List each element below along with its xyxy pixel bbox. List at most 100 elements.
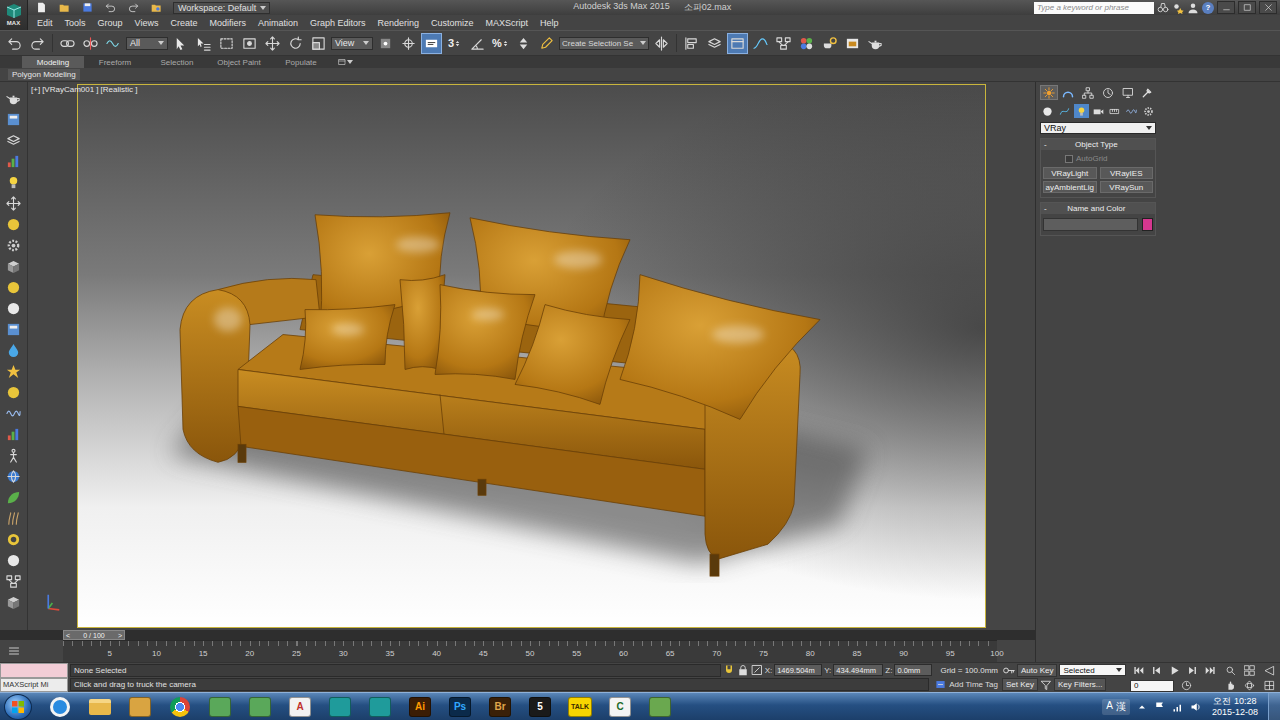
set-key-button[interactable]: Set Key <box>1002 678 1038 691</box>
link-button[interactable] <box>57 33 78 54</box>
side-tool-button[interactable] <box>4 111 24 128</box>
quick-access-button[interactable] <box>77 0 97 16</box>
side-tool-button[interactable] <box>4 90 24 107</box>
ribbon-tab[interactable]: Object Paint <box>208 56 270 68</box>
side-tool-button[interactable] <box>4 531 24 548</box>
minimize-button[interactable] <box>1217 1 1235 14</box>
side-tool-button[interactable] <box>4 594 24 611</box>
taskbar-app[interactable]: Br <box>480 694 520 720</box>
material-button[interactable] <box>796 33 817 54</box>
taskbar-app[interactable] <box>640 694 680 720</box>
mirror-button[interactable] <box>651 33 672 54</box>
taskbar-app[interactable] <box>200 694 240 720</box>
taskbar-app[interactable] <box>120 694 160 720</box>
region-button[interactable] <box>216 33 237 54</box>
object-type-button[interactable]: VRayLight <box>1043 167 1097 179</box>
command-panel-tab[interactable] <box>1040 85 1058 100</box>
category-button[interactable] <box>1141 104 1156 118</box>
side-tool-button[interactable] <box>4 384 24 401</box>
side-tool-button[interactable] <box>4 258 24 275</box>
select-name-button[interactable] <box>193 33 214 54</box>
command-panel-tab[interactable] <box>1119 85 1137 100</box>
taskbar-app[interactable]: Ps <box>440 694 480 720</box>
taskbar-app[interactable]: Ai <box>400 694 440 720</box>
keyboard-button[interactable] <box>421 33 442 54</box>
frame-window-button[interactable] <box>842 33 863 54</box>
category-button[interactable] <box>1124 104 1139 118</box>
rotate-button[interactable] <box>285 33 306 54</box>
side-tool-button[interactable] <box>4 426 24 443</box>
command-panel-tab[interactable] <box>1079 85 1097 100</box>
auto-key-button[interactable]: Auto Key <box>1017 664 1057 677</box>
workspace-dropdown[interactable]: Workspace: Default <box>173 2 270 14</box>
side-tool-button[interactable] <box>4 153 24 170</box>
named-selection-field[interactable]: Create Selection Se <box>559 37 649 50</box>
redo-button[interactable] <box>27 33 48 54</box>
clock[interactable]: 오전 10:282015-12-08 <box>1208 696 1262 718</box>
taskbar-app[interactable]: A <box>280 694 320 720</box>
x-field[interactable]: 1469.504m <box>774 664 822 676</box>
ribbon-tab[interactable]: Populate <box>270 56 332 68</box>
category-button[interactable] <box>1057 104 1072 118</box>
quick-access-button[interactable] <box>54 0 74 16</box>
menu-item[interactable]: Tools <box>59 18 92 28</box>
side-tool-button[interactable] <box>4 279 24 296</box>
side-tool-button[interactable] <box>4 573 24 590</box>
taskbar-app[interactable] <box>240 694 280 720</box>
move-button[interactable] <box>262 33 283 54</box>
category-dropdown[interactable]: VRay <box>1040 122 1156 134</box>
search-field[interactable]: Type a keyword or phrase <box>1034 2 1154 14</box>
side-tool-button[interactable] <box>4 447 24 464</box>
undo-button[interactable] <box>4 33 25 54</box>
quick-access-button[interactable] <box>123 0 143 16</box>
side-tool-button[interactable] <box>4 405 24 422</box>
object-color-swatch[interactable] <box>1142 218 1153 231</box>
y-field[interactable]: 434.494mm <box>833 664 883 676</box>
ribbon-options[interactable] <box>332 56 359 68</box>
help-button[interactable]: ? <box>1202 2 1214 14</box>
menu-item[interactable]: Views <box>129 18 165 28</box>
ribbon-tab[interactable]: Modeling <box>22 56 84 68</box>
zoom-all-button[interactable] <box>1241 662 1258 679</box>
command-panel-tab[interactable] <box>1099 85 1117 100</box>
angle-snap-button[interactable] <box>467 33 488 54</box>
taskbar-app[interactable] <box>80 694 120 720</box>
application-button[interactable]: MAX <box>0 0 28 30</box>
rollout-header[interactable]: -Object Type <box>1041 139 1155 150</box>
unlink-button[interactable] <box>80 33 101 54</box>
menu-item[interactable]: Rendering <box>372 18 426 28</box>
autogrid-checkbox[interactable]: AutoGrid <box>1041 154 1155 163</box>
percent-snap-button[interactable]: % <box>490 33 511 54</box>
menu-item[interactable]: Animation <box>252 18 304 28</box>
object-type-button[interactable]: ayAmbientLig <box>1043 181 1097 193</box>
select-button[interactable] <box>170 33 191 54</box>
align-button[interactable] <box>681 33 702 54</box>
render-button[interactable] <box>865 33 886 54</box>
taskbar-app[interactable]: 5 <box>520 694 560 720</box>
show-desktop-button[interactable] <box>1268 693 1280 720</box>
named-sel-button[interactable] <box>536 33 557 54</box>
side-tool-button[interactable] <box>4 510 24 527</box>
category-button[interactable] <box>1040 104 1055 118</box>
taskbar-app[interactable] <box>360 694 400 720</box>
track-menu-button[interactable] <box>0 640 28 662</box>
menu-item[interactable]: Help <box>534 18 565 28</box>
current-frame-field[interactable]: 0 <box>1130 680 1174 692</box>
object-type-button[interactable]: VRaySun <box>1100 181 1154 193</box>
snap-button[interactable]: 3 <box>444 33 465 54</box>
add-time-tag[interactable]: Add Time Tag <box>931 679 998 690</box>
command-panel-tab[interactable] <box>1060 85 1078 100</box>
manipulate-button[interactable] <box>398 33 419 54</box>
layers-button[interactable] <box>704 33 725 54</box>
last-button[interactable] <box>1202 662 1218 679</box>
side-tool-button[interactable] <box>4 195 24 212</box>
restore-button[interactable] <box>1238 1 1256 14</box>
object-type-button[interactable]: VRayIES <box>1100 167 1154 179</box>
maxscript-listener[interactable]: MAXScript Mi <box>0 663 68 692</box>
side-tool-button[interactable] <box>4 489 24 506</box>
viewport[interactable]: [+][VRayCam001 ][Realistic ] <box>28 82 1035 630</box>
pivot-button[interactable] <box>375 33 396 54</box>
menu-item[interactable]: Graph Editors <box>304 18 372 28</box>
side-tool-button[interactable] <box>4 552 24 569</box>
start-button[interactable] <box>4 694 32 720</box>
